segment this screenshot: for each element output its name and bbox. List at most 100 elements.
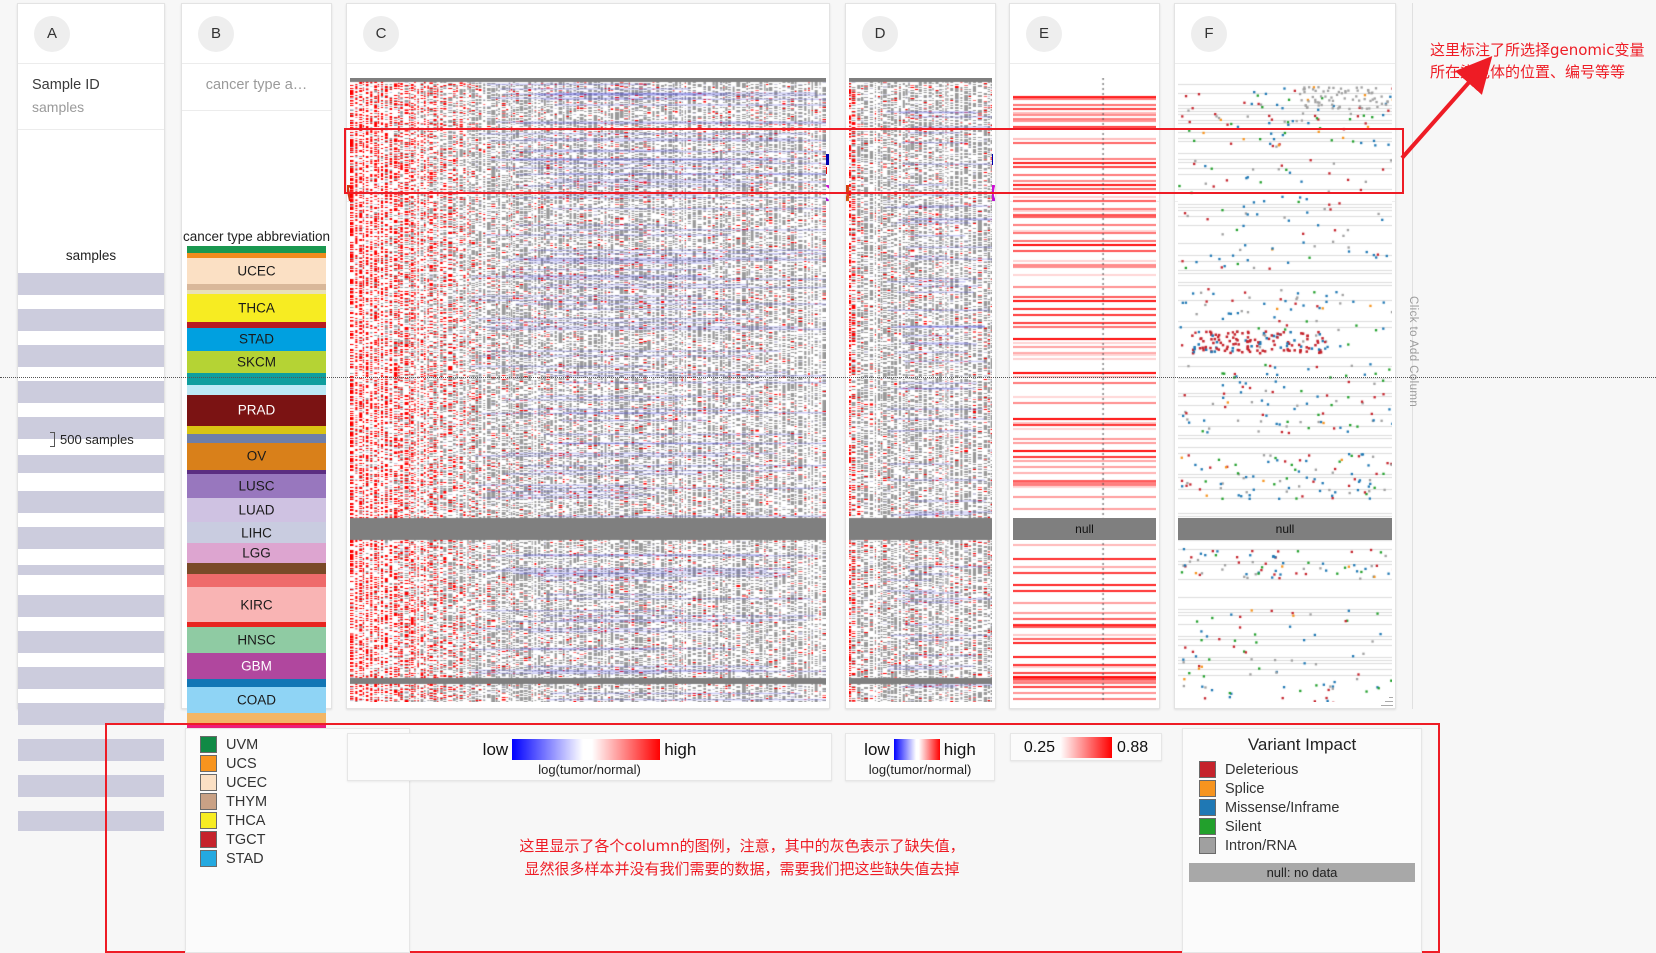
cancer-type-segment[interactable]: COAD [187,686,326,714]
cancer-type-segment[interactable] [187,245,326,254]
heatmap-matrix-d[interactable] [849,78,992,702]
legend-gradient-row-c: low high [348,739,831,760]
cancer-type-segment[interactable]: SKCM [187,350,326,374]
cancer-type-segment[interactable]: GBM [187,653,326,680]
column-card-d[interactable]: D copy number … chr19:1-1051… 1 1Mb 10M [845,3,996,709]
column-letter-badge-f[interactable]: F [1191,15,1227,52]
legend-copy-number-d[interactable]: low high log(tumor/normal) [845,733,995,781]
variant-impact-title: Variant Impact [1247,735,1357,754]
annotation-text-top: 这里标注了所选择genomic变量所在染色体的位置、编号等等 [1430,41,1645,81]
cancer-type-legend-item[interactable]: THCA [200,811,409,830]
cancer-type-segment[interactable]: UCEC [187,258,326,285]
add-column-button[interactable]: Click to Add Column [1403,262,1419,442]
variant-impact-item[interactable]: Missense/Inframe [1199,798,1421,817]
legend-item-label: Intron/RNA [1225,837,1297,854]
column-letter-badge-d[interactable]: D [862,15,898,52]
variant-impact-item[interactable]: Intron/RNA [1199,836,1421,855]
cancer-type-segment-label: GBM [241,658,272,674]
cancer-type-segment[interactable] [187,679,326,687]
column-card-a[interactable]: A Sample ID samples samples 500 samples [17,3,165,831]
cancer-type-legend-item[interactable]: STAD [200,849,409,868]
cancer-type-segment[interactable] [187,373,326,386]
cancer-type-segment-label: KIRC [240,596,273,612]
sample-band [18,594,164,617]
cancer-type-legend-item[interactable]: THYM [200,792,409,811]
column-letter-row-a: A [18,4,164,64]
cancer-type-segment-label: LUSC [238,478,275,494]
column-card-b[interactable]: B cancer type a… cancer type abbreviatio… [181,3,332,814]
column-letter-row-b: B [182,4,331,64]
column-letter-badge-a[interactable]: A [34,15,70,52]
column-title-row-b[interactable]: cancer type a… [182,64,331,111]
legend-low-label-c: low [482,739,509,759]
column-letter-row-c: C [347,4,829,64]
variant-impact-items: Deleterious Splice Missense/Inframe Silent I… [1183,760,1421,855]
cancer-type-legend-item[interactable]: TGCT [200,830,409,849]
column-letter-badge-e[interactable]: E [1026,15,1062,52]
column-card-c[interactable]: C copy number (gene-level) - tumor gene-… [346,3,830,709]
cancer-type-segment[interactable] [187,573,326,587]
column-subtitle-a: samples [32,98,85,115]
cancer-type-segment[interactable]: LGG [187,542,326,564]
column-a-footer-label: samples [65,247,117,263]
column-card-e[interactable]: E somatic mutat… TP53 10kb null [1009,3,1160,709]
cancer-type-segment[interactable]: LUAD [187,497,326,523]
resize-handle-f[interactable] [1381,694,1393,706]
legend-item-label: UCS [226,755,257,772]
column-letter-row-e: E [1010,4,1159,64]
mutation-matrix-e[interactable]: null [1013,78,1156,702]
sample-band [18,454,164,473]
legend-color-swatch [200,736,217,753]
scale-bracket-icon [50,431,55,447]
legend-caption-c: log(tumor/normal) [538,762,641,777]
sample-band [18,666,164,689]
sample-band [18,344,164,367]
cancer-type-segment[interactable]: LUSC [187,474,326,498]
sample-band [18,526,164,549]
column-card-f[interactable]: F somatic mutation (SNP … ATRX 5' 3' ATR… [1174,3,1396,709]
cancer-type-segment-label: PRAD [237,402,276,418]
null-band-e: null [1013,518,1156,540]
variant-scatter-f[interactable]: null [1178,78,1392,702]
legend-color-swatch [1199,799,1216,816]
cancer-type-segment-label: COAD [236,692,276,708]
cancer-type-segment[interactable] [187,434,326,444]
cancer-type-segment[interactable] [187,425,326,435]
column-letter-badge-c[interactable]: C [363,15,399,52]
legend-gradient-bar-d [893,739,940,760]
sample-band [18,630,164,653]
legend-gradient-bar-e [1060,737,1112,758]
legend-low-label-d: low [864,739,890,759]
legend-caption-d: log(tumor/normal) [868,762,972,777]
cancer-type-segment-label: UCEC [237,263,276,279]
heatmap-matrix-c[interactable] [350,78,826,702]
cancer-type-segment[interactable]: PRAD [187,394,326,426]
legend-variant-impact[interactable]: Variant Impact Deleterious Splice Missense… [1182,728,1422,953]
legend-color-swatch [200,774,217,791]
variant-impact-item[interactable]: Splice [1199,779,1421,798]
sample-band [18,308,164,331]
heatmap-canvas [350,78,826,702]
cancer-type-segment[interactable]: KIRC [187,586,326,623]
column-title-row-a[interactable]: Sample ID samples [18,64,164,130]
legend-color-swatch [1199,761,1216,778]
cancer-type-segment[interactable]: THCA [187,293,326,322]
sample-scale-indicator: 500 samples [50,431,134,447]
legend-mutation-e[interactable]: 0.25 0.88 [1010,733,1162,761]
cancer-type-segment[interactable]: LIHC [187,522,326,543]
variant-impact-item[interactable]: Deleterious [1199,760,1421,779]
cancer-type-segment[interactable]: OV [187,443,326,470]
cancer-type-segment[interactable]: STAD [187,328,326,351]
variant-impact-nodata: null: no data [1189,863,1415,882]
cancer-type-segment[interactable] [187,385,326,395]
cancer-type-segment[interactable] [187,563,326,574]
legend-copy-number-c[interactable]: low high log(tumor/normal) [347,733,832,781]
legend-color-swatch [200,755,217,772]
cancer-type-segment-label: OV [246,448,267,464]
legend-item-label: UCEC [226,774,268,791]
variant-impact-item[interactable]: Silent [1199,817,1421,836]
legend-gradient-bar-c [512,739,661,760]
cancer-type-segment[interactable]: HNSC [187,626,326,654]
column-letter-badge-b[interactable]: B [198,15,234,52]
legend-item-label: UVM [226,736,259,753]
